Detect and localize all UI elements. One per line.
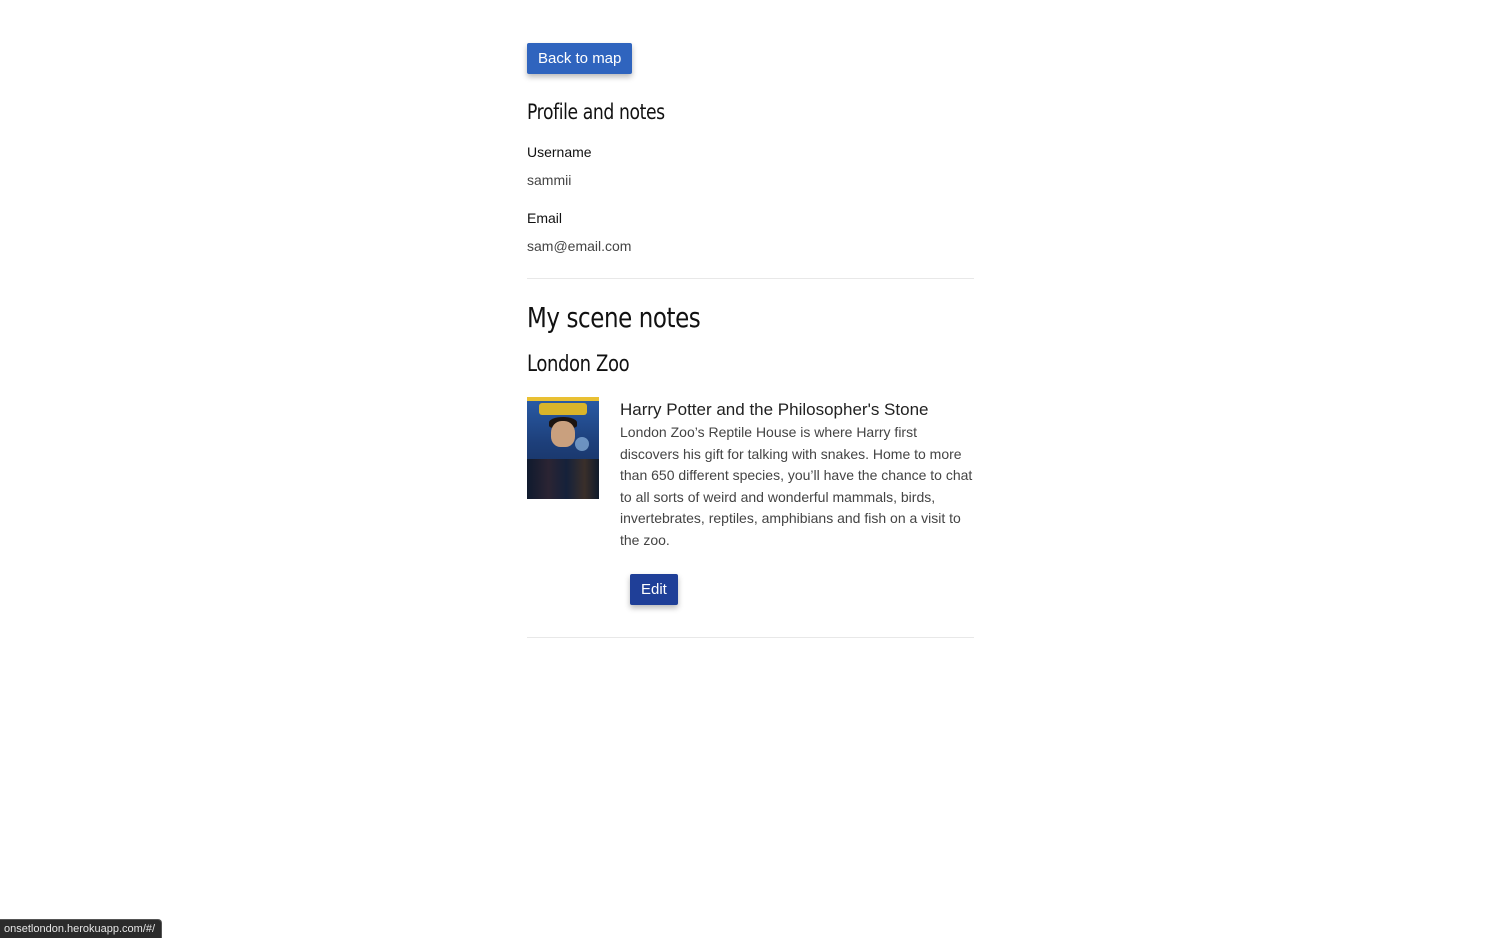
scene-notes-heading: My scene notes [527,301,701,334]
scene-note-card: Harry Potter and the Philosopher's Stone… [527,397,974,605]
film-title: Harry Potter and the Philosopher's Stone [620,400,929,419]
back-to-map-button[interactable]: Back to map [527,43,633,74]
username-value: sammii [527,172,572,188]
scene-note-body: Harry Potter and the Philosopher's Stone… [620,397,974,605]
email-value: sam@email.com [527,238,632,254]
username-label: Username [527,144,592,160]
movie-poster-image [527,397,599,499]
browser-status-url: onsetlondon.herokuapp.com/#/ [0,919,163,938]
email-label: Email [527,210,563,226]
profile-heading: Profile and notes [527,100,665,124]
main-content: Back to map Profile and notes Username s… [527,43,974,638]
page: Back to map Profile and notes Username s… [0,0,1500,938]
section-divider [527,278,974,279]
edit-note-button[interactable]: Edit [630,574,678,605]
scene-note-text: London Zoo’s Reptile House is where Harr… [620,424,973,548]
location-heading: London Zoo [527,352,630,377]
section-divider-bottom [527,637,974,638]
